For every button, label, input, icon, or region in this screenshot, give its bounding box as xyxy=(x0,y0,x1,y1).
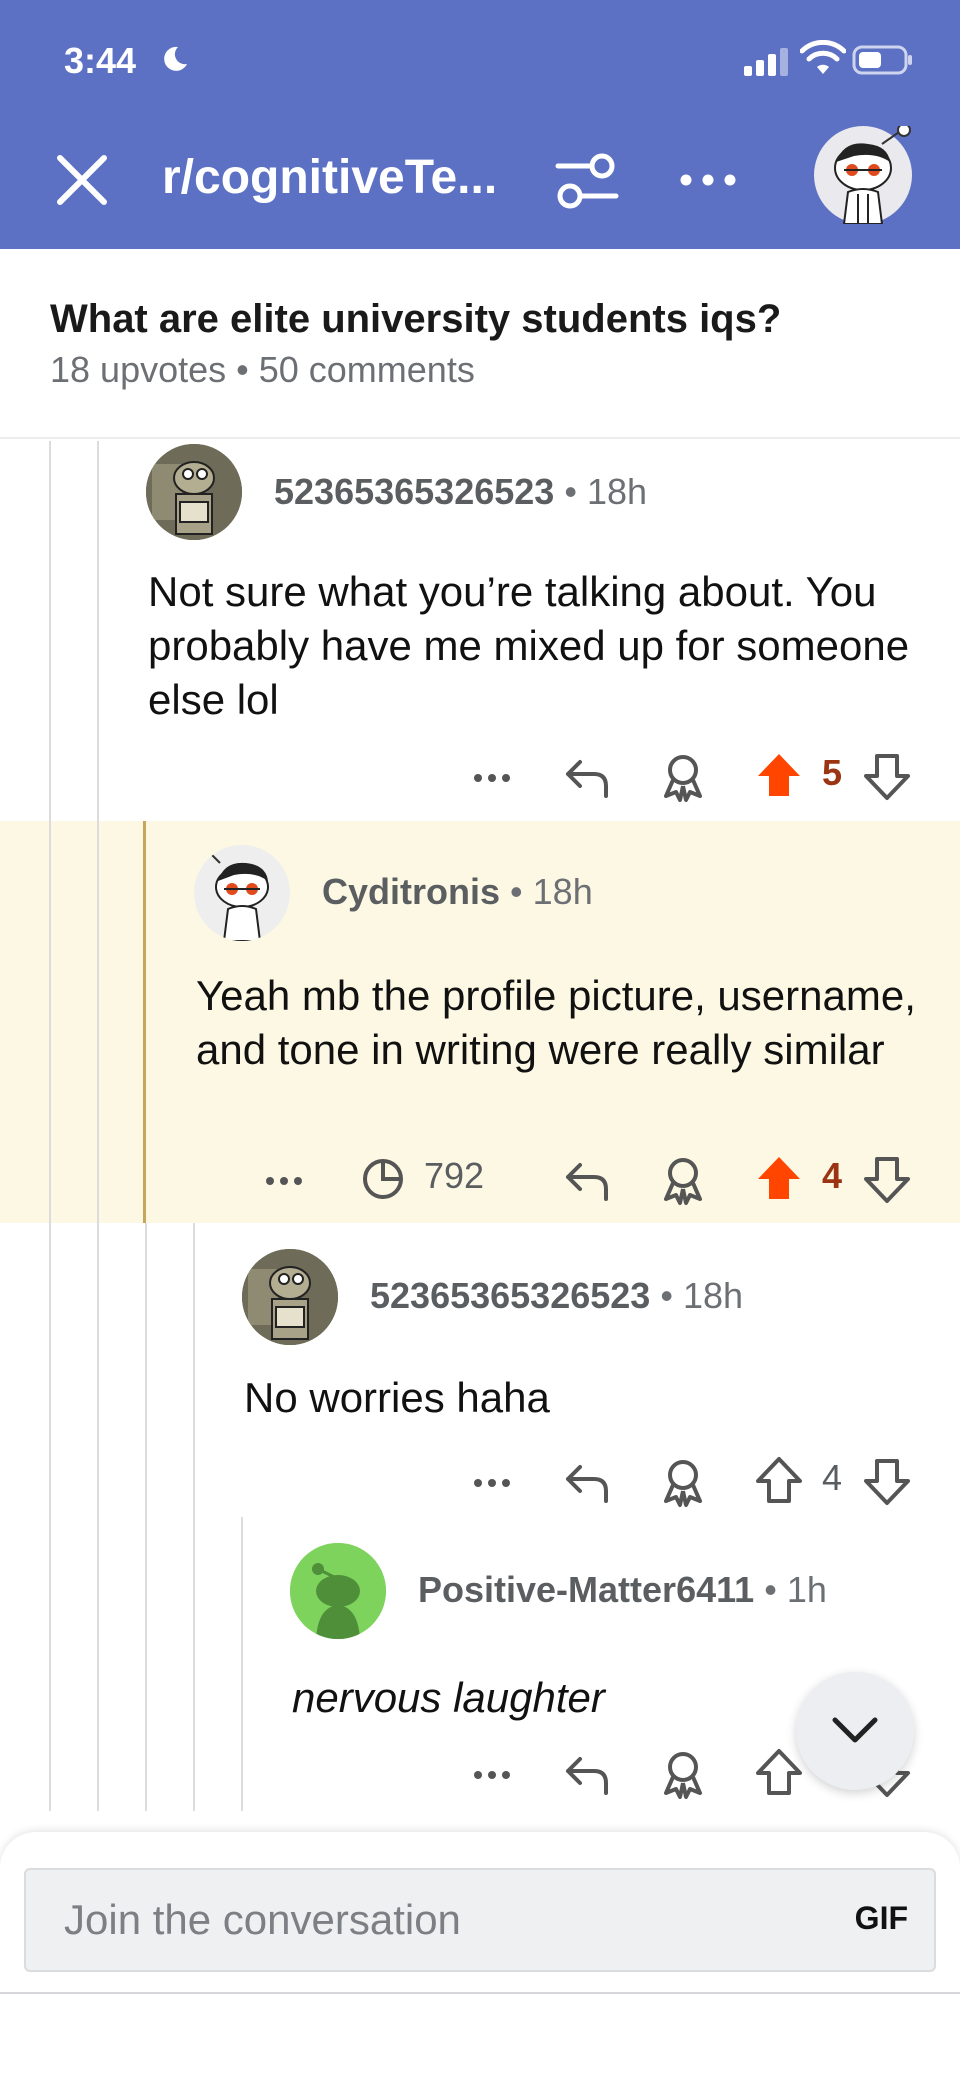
more-icon[interactable] xyxy=(676,160,740,200)
comment-actions: 5 xyxy=(0,748,960,804)
wifi-icon xyxy=(800,40,846,74)
comment-composer: Join the conversation GIF xyxy=(0,1832,960,2079)
snoo-avatar-icon xyxy=(200,845,269,941)
comment[interactable]: 52365365326523 • 18h Not sure what you’r… xyxy=(0,441,960,821)
views-icon xyxy=(363,1159,403,1199)
comment-username[interactable]: Positive-Matter6411 • 1h xyxy=(418,1569,827,1611)
thread-rail xyxy=(97,441,99,1811)
username-text[interactable]: Cyditronis xyxy=(322,871,500,912)
upvote-icon[interactable] xyxy=(754,1745,804,1801)
comment-username[interactable]: 52365365326523 • 18h xyxy=(370,1275,743,1317)
reading-frog-avatar-icon xyxy=(146,444,242,540)
reply-icon[interactable] xyxy=(562,748,612,804)
post-header[interactable]: What are elite university students iqs? … xyxy=(0,249,960,439)
thread-rail xyxy=(241,1517,243,1811)
more-icon[interactable] xyxy=(260,1151,308,1207)
comment-input[interactable]: Join the conversation xyxy=(64,1896,461,1944)
chevron-down-icon xyxy=(832,1717,878,1743)
comment-username[interactable]: 52365365326523 • 18h xyxy=(274,471,647,513)
avatar[interactable] xyxy=(146,444,242,540)
reply-icon[interactable] xyxy=(562,1151,612,1207)
comment-actions: 4 xyxy=(0,1453,960,1509)
next-comment-button[interactable] xyxy=(796,1672,914,1790)
username-text[interactable]: 52365365326523 xyxy=(274,471,554,512)
post-title: What are elite university students iqs? xyxy=(50,297,782,341)
status-time: 3:44 xyxy=(64,40,137,81)
downvote-icon[interactable] xyxy=(862,748,912,804)
vote-count: 5 xyxy=(822,752,843,793)
award-icon[interactable] xyxy=(658,1453,708,1509)
comment-body: Yeah mb the profile picture, username, a… xyxy=(196,972,916,1073)
comment-time: 18h xyxy=(682,1275,744,1316)
comment-body: No worries haha xyxy=(244,1374,550,1421)
comment-thread: 52365365326523 • 18h Not sure what you’r… xyxy=(0,441,960,1811)
subreddit-title[interactable]: r/cognitiveTe... xyxy=(162,150,497,205)
award-icon[interactable] xyxy=(658,1745,708,1801)
comment-username[interactable]: Cyditronis • 18h xyxy=(322,871,593,913)
award-icon[interactable] xyxy=(658,1151,708,1207)
comment-highlighted[interactable]: Cyditronis • 18h Yeah mb the profile pic… xyxy=(0,821,960,1223)
user-avatar[interactable] xyxy=(814,123,912,225)
comment-input-field[interactable]: Join the conversation GIF xyxy=(24,1868,936,1972)
upvote-icon[interactable] xyxy=(754,748,804,804)
snoo-avatar-icon xyxy=(834,123,911,225)
thread-rail xyxy=(49,441,51,1811)
comment-body: Not sure what you’re talking about. You … xyxy=(148,568,910,723)
reading-frog-avatar-icon xyxy=(242,1249,338,1345)
reply-icon[interactable] xyxy=(562,1453,612,1509)
award-icon[interactable] xyxy=(658,748,708,804)
avatar[interactable] xyxy=(194,845,290,941)
comment-actions: 792 4 xyxy=(0,1151,960,1207)
thread-rail xyxy=(145,1223,147,1811)
separator-dot: • xyxy=(564,471,577,512)
upvote-icon[interactable] xyxy=(754,1151,804,1207)
post-meta: 18 upvotes • 50 comments xyxy=(50,349,475,390)
more-icon[interactable] xyxy=(468,1453,516,1509)
app-header: 3:44 r/cognitiveTe... xyxy=(0,0,960,249)
upvote-icon[interactable] xyxy=(754,1453,804,1509)
separator-dot: • xyxy=(764,1569,777,1610)
comment-time: 1h xyxy=(786,1569,827,1610)
divider xyxy=(0,1992,960,1994)
battery-icon xyxy=(852,45,912,75)
downvote-icon[interactable] xyxy=(862,1151,912,1207)
view-count: 792 xyxy=(424,1155,485,1196)
filter-icon[interactable] xyxy=(554,152,620,212)
vote-count: 4 xyxy=(822,1155,843,1196)
username-text[interactable]: 52365365326523 xyxy=(370,1275,650,1316)
gif-button[interactable]: GIF xyxy=(855,1900,908,1937)
separator-dot: • xyxy=(510,871,523,912)
downvote-icon[interactable] xyxy=(862,1453,912,1509)
thread-rail xyxy=(193,1223,195,1811)
more-icon[interactable] xyxy=(468,1745,516,1801)
comment[interactable]: 52365365326523 • 18h No worries haha 4 xyxy=(0,1223,960,1523)
more-icon[interactable] xyxy=(468,748,516,804)
vote-count: 4 xyxy=(822,1457,843,1498)
separator-dot: • xyxy=(660,1275,673,1316)
reply-icon[interactable] xyxy=(562,1745,612,1801)
close-icon[interactable] xyxy=(52,150,112,210)
avatar[interactable] xyxy=(242,1249,338,1345)
cellular-signal-icon xyxy=(744,48,788,76)
comment-time: 18h xyxy=(532,871,593,912)
username-text[interactable]: Positive-Matter6411 xyxy=(418,1569,754,1610)
moon-icon xyxy=(164,46,187,71)
default-snoo-avatar-icon xyxy=(290,1543,386,1639)
comment-time: 18h xyxy=(586,471,648,512)
avatar[interactable] xyxy=(290,1543,386,1639)
